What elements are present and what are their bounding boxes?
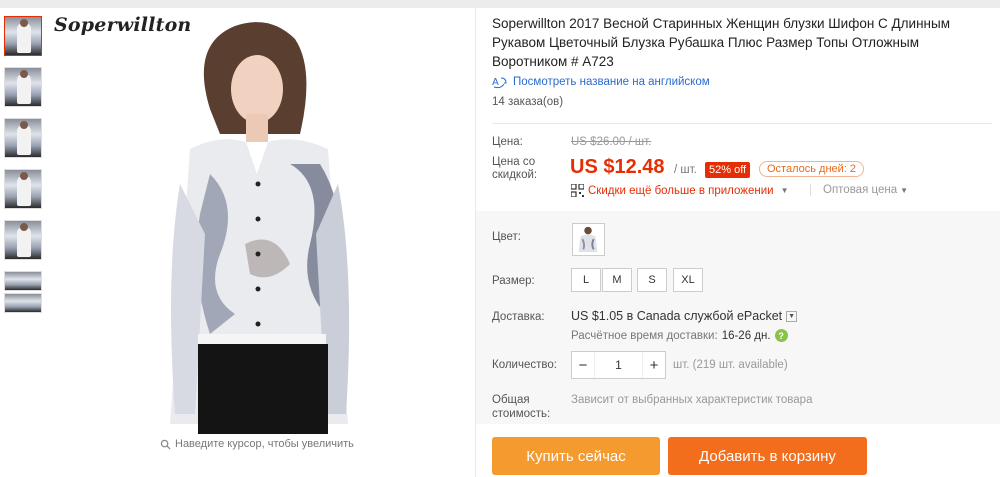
quantity-available: шт. (219 шт. available) bbox=[673, 359, 788, 371]
discount-badge: 52% off bbox=[705, 162, 751, 178]
zoom-hint: Наведите курсор, чтобы увеличить bbox=[160, 438, 354, 450]
color-swatch-image bbox=[578, 226, 598, 253]
thumbnail-6[interactable] bbox=[4, 271, 42, 291]
chevron-down-icon: ▼ bbox=[900, 186, 909, 196]
svg-text:A: A bbox=[492, 77, 499, 88]
quantity-increase-button[interactable]: + bbox=[643, 352, 665, 378]
price-block: Цена: US $26.00 / шт. Цена со скидкой: U… bbox=[492, 136, 992, 197]
eta-label: Расчётное время доставки: bbox=[571, 329, 718, 342]
shipping-price[interactable]: US $1.05 в Canada службой ePacket bbox=[571, 309, 782, 323]
top-strip bbox=[0, 0, 1000, 8]
discount-price-label: Цена со скидкой: bbox=[492, 156, 538, 181]
shipping-label: Доставка: bbox=[492, 311, 545, 323]
product-photo[interactable] bbox=[150, 14, 368, 434]
shipping-selector[interactable]: US $1.05 в Canada службой ePacket ▼ bbox=[571, 309, 798, 323]
size-label: Размер: bbox=[492, 275, 535, 287]
old-price: US $26.00 / шт. bbox=[571, 136, 652, 148]
color-label: Цвет: bbox=[492, 231, 521, 243]
add-to-cart-button[interactable]: Добавить в корзину bbox=[668, 437, 867, 475]
dropdown-arrow-icon[interactable]: ▼ bbox=[786, 310, 798, 322]
app-deals-link[interactable]: Скидки ещё больше в приложении ▼ bbox=[571, 184, 788, 197]
quantity-decrease-button[interactable]: − bbox=[572, 352, 594, 378]
magnifier-icon bbox=[160, 439, 171, 450]
thumbnail-1[interactable] bbox=[4, 16, 42, 56]
divider bbox=[492, 123, 992, 124]
help-icon[interactable]: ? bbox=[774, 329, 788, 342]
price-label: Цена: bbox=[492, 136, 523, 148]
quantity-label: Количество: bbox=[492, 359, 557, 371]
product-info: Soperwillton 2017 Весной Старинных Женщи… bbox=[492, 14, 992, 108]
thumbnail-4[interactable] bbox=[4, 169, 42, 209]
days-left-badge: Осталось дней: 2 bbox=[759, 161, 865, 177]
wholesale-price-link[interactable]: Оптовая цена ▼ bbox=[810, 184, 908, 196]
size-option-l[interactable]: L bbox=[571, 268, 601, 292]
current-price: US $12.48 bbox=[570, 156, 665, 178]
quantity-input[interactable]: 1 bbox=[594, 352, 643, 378]
thumbnail-2[interactable] bbox=[4, 67, 42, 107]
zoom-hint-text: Наведите курсор, чтобы увеличить bbox=[175, 438, 354, 450]
thumbnail-5[interactable] bbox=[4, 220, 42, 260]
image-gallery: Soperwillton Наведите курсор, чтобы увел… bbox=[0, 8, 476, 477]
thumbnail-7[interactable] bbox=[4, 293, 42, 313]
thumbnail-3[interactable] bbox=[4, 118, 42, 158]
delivery-estimate: Расчётное время доставки: 16-26 дн. ? bbox=[571, 329, 788, 342]
options-panel: Цвет: Размер: L M S XL Доставка: US $1.0… bbox=[476, 211, 1000, 424]
translate-link[interactable]: A Посмотреть название на английском bbox=[492, 75, 992, 89]
size-option-s[interactable]: S bbox=[637, 268, 667, 292]
translate-link-label[interactable]: Посмотреть название на английском bbox=[513, 76, 710, 88]
qr-code-icon bbox=[571, 184, 584, 197]
product-title: Soperwillton 2017 Весной Старинных Женщи… bbox=[492, 16, 950, 69]
app-deals-label[interactable]: Скидки ещё больше в приложении bbox=[588, 185, 774, 197]
total-value: Зависит от выбранных характеристик товар… bbox=[571, 394, 813, 406]
quantity-stepper: − 1 + bbox=[571, 351, 666, 379]
size-option-xl[interactable]: XL bbox=[673, 268, 703, 292]
translate-icon: A bbox=[492, 77, 507, 89]
chevron-down-icon: ▼ bbox=[780, 186, 789, 195]
buy-now-button[interactable]: Купить сейчас bbox=[492, 437, 660, 475]
orders-count: 14 заказа(ов) bbox=[492, 96, 564, 108]
total-label: Общая стоимость: bbox=[492, 394, 551, 420]
thumbnail-list bbox=[4, 16, 44, 315]
per-unit: / шт. bbox=[674, 164, 697, 176]
eta-days: 16-26 дн. bbox=[721, 329, 771, 342]
wholesale-label[interactable]: Оптовая цена bbox=[823, 184, 897, 196]
size-option-m[interactable]: M bbox=[602, 268, 632, 292]
color-swatch[interactable] bbox=[572, 223, 605, 256]
